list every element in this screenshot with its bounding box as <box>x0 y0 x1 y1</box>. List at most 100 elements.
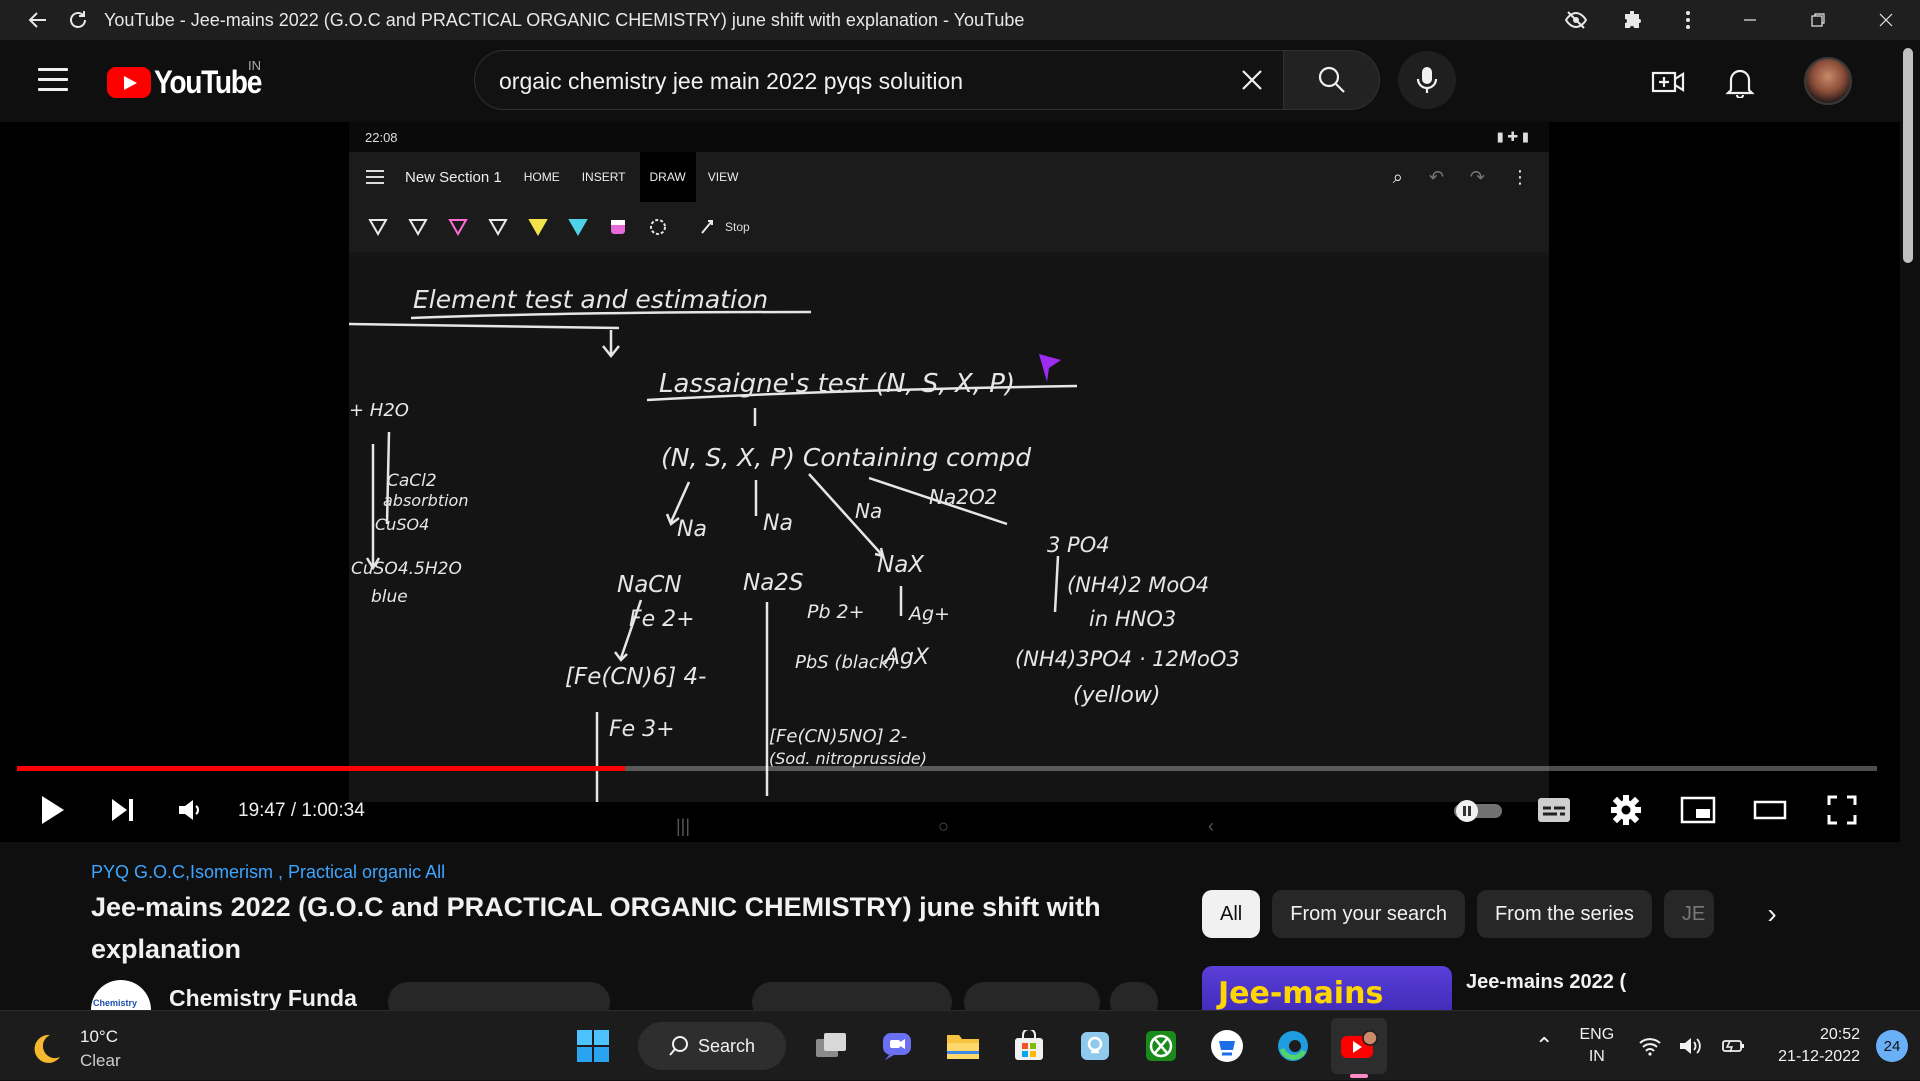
taskbar-search-button[interactable]: Search <box>638 1022 786 1070</box>
next-button[interactable] <box>98 786 146 834</box>
pen-tool-icon <box>447 216 469 238</box>
thumbnail-text: Jee-mains 2022 <box>1218 976 1384 1010</box>
notification-badge[interactable]: 24 <box>1876 1030 1908 1062</box>
related-filter-chips: All From your search From the series JE <box>1202 890 1726 938</box>
youtube-masthead: YouTube IN orgaic chemistry jee main 202… <box>0 40 1900 122</box>
related-video-title[interactable]: Jee-mains 2022 ( <box>1466 968 1626 996</box>
video-hashtags[interactable]: PYQ G.O.C,Isomerism , Practical organic … <box>91 862 445 883</box>
search-input[interactable]: orgaic chemistry jee main 2022 pyqs solu… <box>474 50 1284 110</box>
wifi-icon[interactable] <box>1638 1036 1662 1056</box>
chevron-right-icon[interactable]: › <box>1752 894 1792 934</box>
youtube-app-icon <box>1341 1030 1378 1058</box>
voice-search-button[interactable] <box>1398 51 1456 109</box>
extensions-puzzle-icon[interactable] <box>1604 0 1660 40</box>
language-indicator[interactable]: ENG IN <box>1579 1024 1614 1068</box>
tablet-status-bar: 22:08 ▮ ✚ ▮ <box>349 122 1549 152</box>
xbox-app-button[interactable] <box>1133 1018 1189 1074</box>
chip-all[interactable]: All <box>1202 890 1261 938</box>
moon-icon <box>34 1034 60 1063</box>
like-dislike-button[interactable] <box>752 982 952 1010</box>
onenote-tab-home: HOME <box>523 170 560 184</box>
more-actions-button[interactable] <box>1110 982 1158 1010</box>
onenote-more-icon: ⋮ <box>1511 166 1529 187</box>
chevron-up-icon[interactable]: ⌃ <box>1535 1033 1553 1059</box>
channel-name[interactable]: Chemistry Funda <box>169 985 357 1010</box>
player-controls: 19:47 / 1:00:34 <box>0 778 1900 842</box>
play-button[interactable] <box>28 786 76 834</box>
teams-chat-button[interactable] <box>869 1018 925 1074</box>
chip-from-the-series[interactable]: From the series <box>1476 890 1652 938</box>
channel-avatar[interactable]: Chemistry <box>91 980 151 1010</box>
replay-tool-icon <box>697 216 719 238</box>
messenger-app-button[interactable] <box>1199 1018 1255 1074</box>
create-video-icon[interactable] <box>1648 62 1688 102</box>
progress-played <box>17 766 626 771</box>
chip-from-your-search[interactable]: From your search <box>1272 890 1465 938</box>
taskbar-clock[interactable]: 20:52 21-12-2022 <box>1778 1024 1860 1068</box>
play-icon <box>42 796 64 824</box>
tablet-battery-icon: ▮ ✚ ▮ <box>1496 129 1529 144</box>
note-blue: blue <box>371 587 408 607</box>
note-na-2: Na <box>763 511 793 536</box>
mute-button[interactable] <box>166 786 214 834</box>
close-window-icon[interactable] <box>1852 0 1920 40</box>
scrollbar-thumb[interactable] <box>1903 48 1913 263</box>
start-button[interactable] <box>565 1018 621 1074</box>
note-cuso4: CuSO4 <box>375 515 429 534</box>
onenote-undo-icon: ↶ <box>1428 166 1444 187</box>
file-explorer-button[interactable] <box>935 1018 991 1074</box>
photos-app-icon <box>1081 1032 1109 1060</box>
photos-app-button[interactable] <box>1067 1018 1123 1074</box>
more-vertical-icon[interactable] <box>1660 0 1716 40</box>
fullscreen-button[interactable] <box>1818 786 1866 834</box>
search-button[interactable] <box>1284 50 1380 110</box>
volume-tray-icon[interactable] <box>1678 1036 1704 1056</box>
tablet-clock: 22:08 <box>365 130 398 145</box>
settings-button[interactable] <box>1602 786 1650 834</box>
settings-gear-icon <box>1611 795 1641 825</box>
battery-icon[interactable] <box>1720 1036 1746 1056</box>
note-absorbtion: absorbtion <box>383 491 468 510</box>
microsoft-store-button[interactable] <box>1001 1018 1057 1074</box>
volume-icon <box>179 800 200 820</box>
note-ag: Ag+ <box>907 603 950 625</box>
weather-widget[interactable]: 10°C Clear <box>28 1025 121 1073</box>
windows-start-icon <box>577 1030 609 1062</box>
youtube-app-button[interactable] <box>1331 1018 1387 1078</box>
notifications-bell-icon[interactable] <box>1720 62 1760 102</box>
theater-mode-button[interactable] <box>1746 786 1794 834</box>
miniplayer-button[interactable] <box>1674 786 1722 834</box>
subscribe-button[interactable] <box>388 982 610 1010</box>
related-video-thumbnail[interactable]: Jee-mains 2022 <box>1202 966 1452 1010</box>
messenger-app-icon <box>1211 1030 1243 1062</box>
reload-icon[interactable] <box>58 0 98 40</box>
microsoft-store-icon <box>1015 1030 1043 1060</box>
note-fe3: Fe 3+ <box>609 717 675 742</box>
share-button[interactable] <box>964 982 1100 1010</box>
note-na2s: Na2S <box>743 570 804 596</box>
youtube-play-logo-icon <box>107 67 151 98</box>
task-view-button[interactable] <box>803 1018 859 1074</box>
autoplay-toggle[interactable] <box>1450 786 1506 834</box>
xbox-icon <box>1146 1031 1176 1061</box>
note-nh4moo4: (NH4)2 MoO4 <box>1067 573 1209 597</box>
account-avatar[interactable] <box>1804 57 1852 105</box>
chip-je[interactable]: JE <box>1663 890 1714 938</box>
windows-taskbar: 10°C Clear Search ⌃ ENG IN 20:52 21-12-2… <box>0 1010 1920 1080</box>
video-player[interactable]: 22:08 ▮ ✚ ▮ New Section 1 HOME INSERT DR… <box>0 122 1900 842</box>
note-cacl2: CaCl2 <box>387 471 437 491</box>
pen-tool-icon <box>367 216 389 238</box>
android-back-icon: ‹ <box>1208 816 1214 836</box>
search-query[interactable]: orgaic chemistry jee main 2022 pyqs solu… <box>499 68 963 95</box>
subtitles-button[interactable] <box>1530 786 1578 834</box>
guide-menu-icon[interactable] <box>38 68 68 92</box>
onenote-search-icon: ⌕ <box>1392 166 1403 187</box>
back-arrow-icon[interactable] <box>18 0 58 40</box>
restore-icon[interactable] <box>1784 0 1852 40</box>
tracking-prevention-icon[interactable] <box>1548 0 1604 40</box>
search-icon <box>669 1036 688 1056</box>
clear-search-icon[interactable] <box>1235 63 1269 97</box>
eraser-tool-icon <box>607 216 629 238</box>
edge-browser-button[interactable] <box>1265 1018 1321 1074</box>
minimize-icon[interactable] <box>1716 0 1784 40</box>
